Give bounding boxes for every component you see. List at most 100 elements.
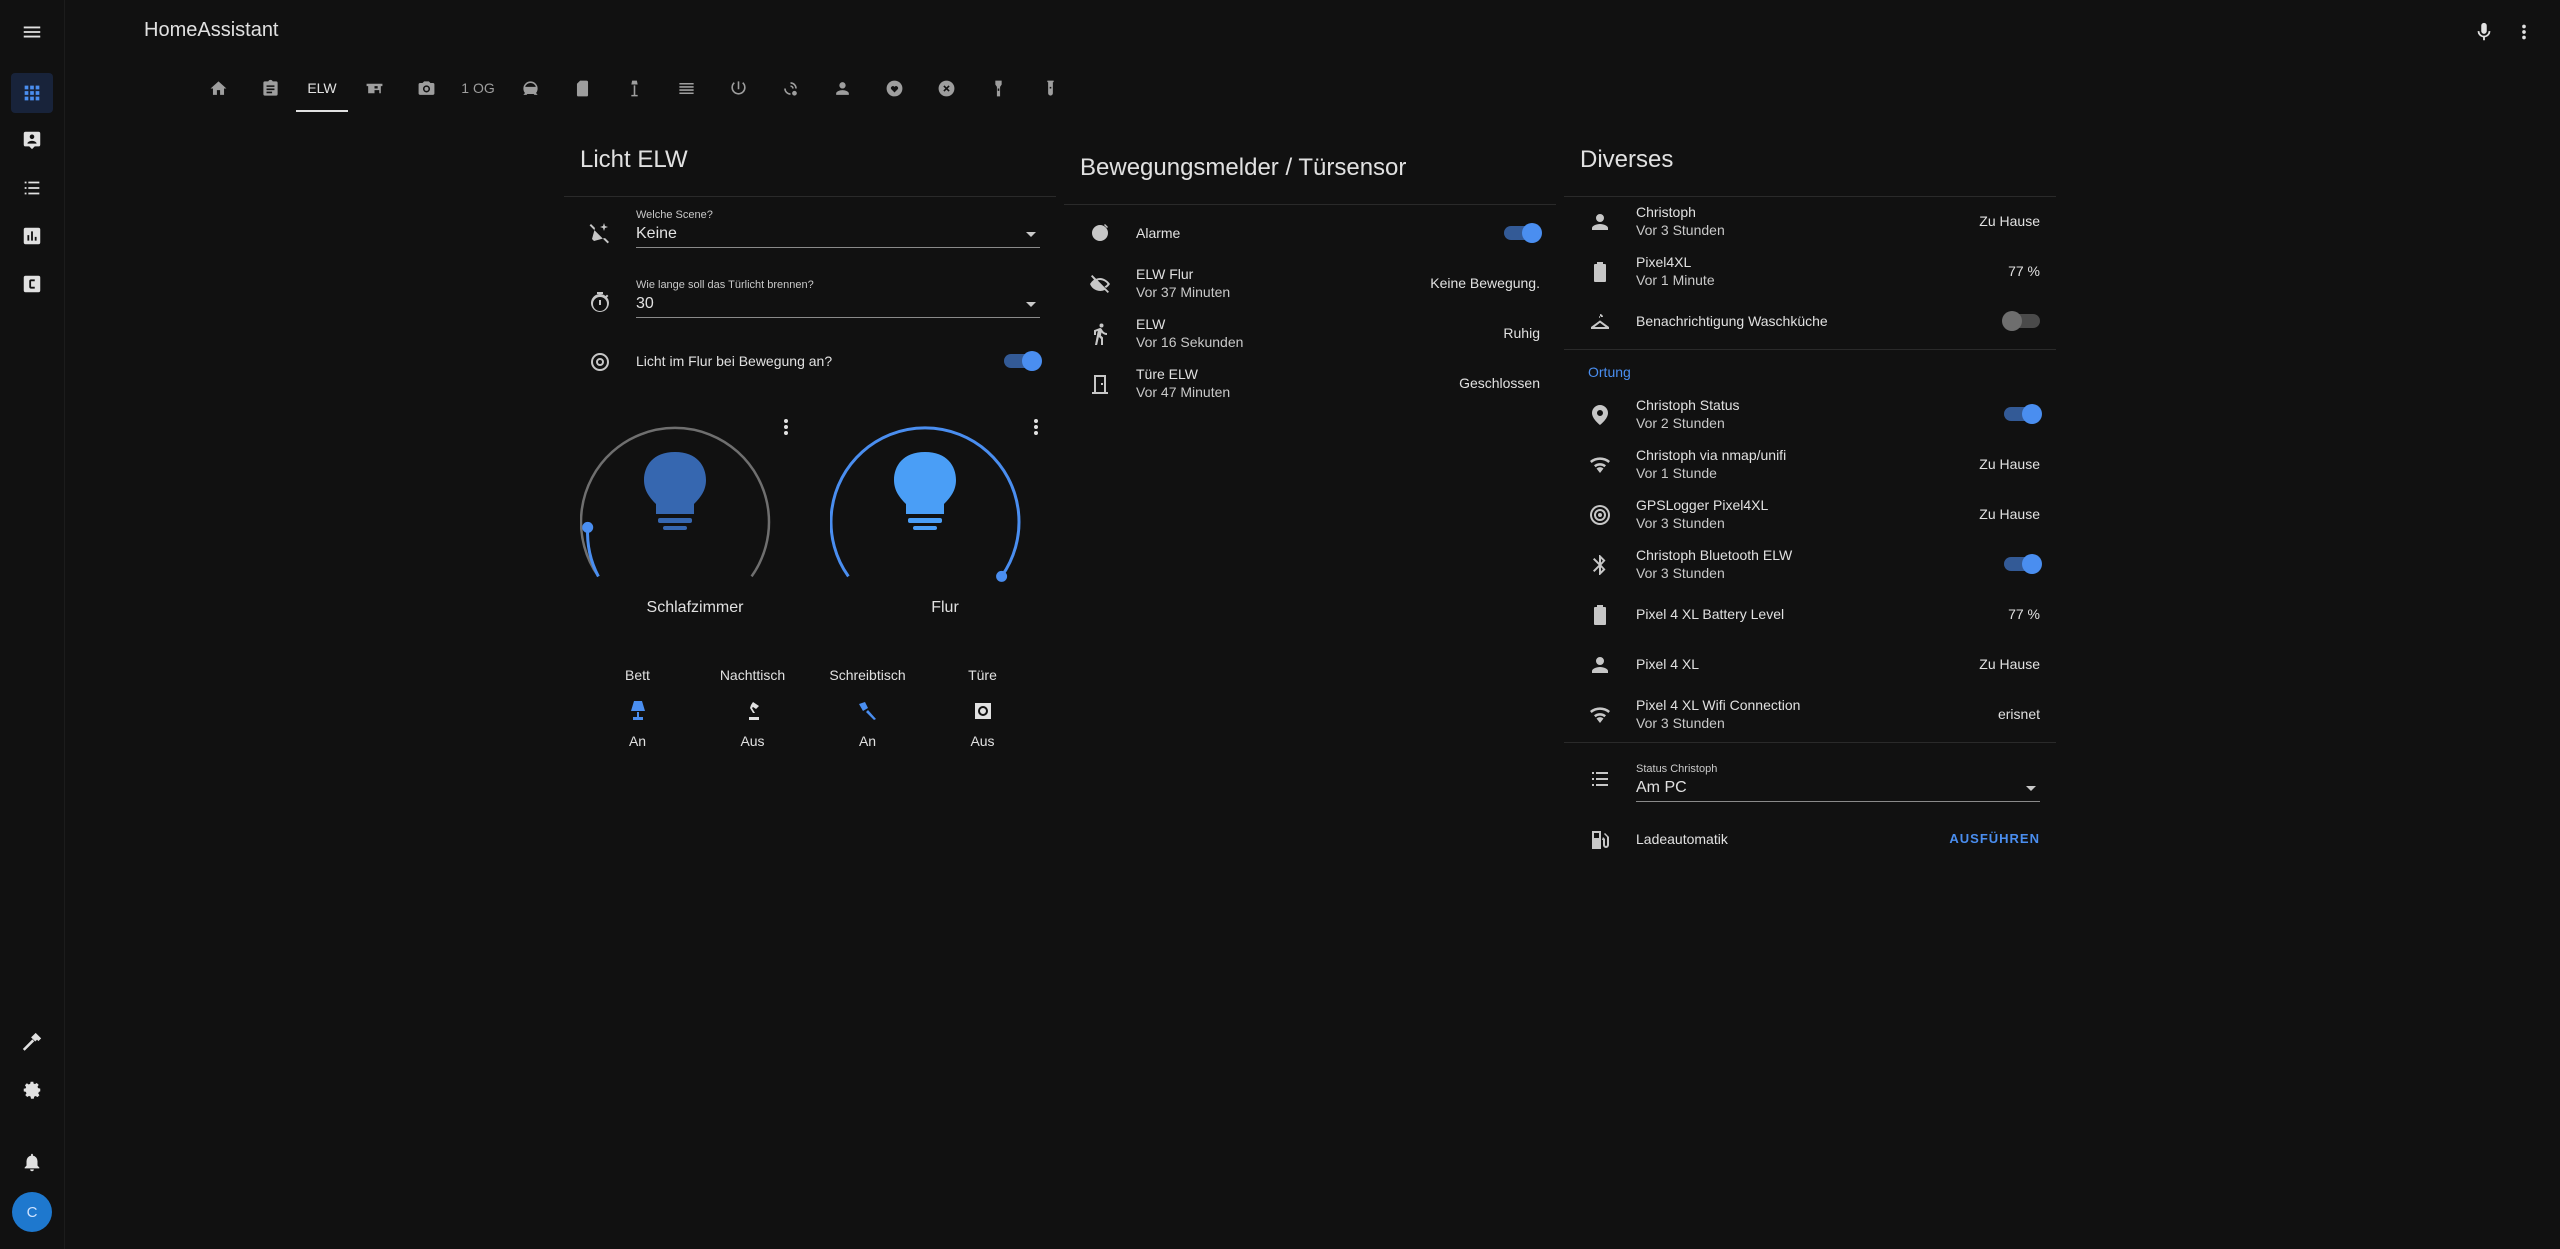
battery-icon [1588,260,1612,284]
row-elw-flur[interactable]: ELW Flur Vor 37 Minuten Keine Bewegung. [1064,259,1556,309]
format-list-bulleted-icon[interactable] [11,168,53,208]
light-name: Flur [931,599,959,616]
account-icon[interactable] [816,64,868,112]
row-battery-level[interactable]: Pixel 4 XL Battery Level 77 % [1564,590,2056,640]
light-tile-flur[interactable]: Flur [829,407,1060,647]
alpha-c-box-icon[interactable] [11,264,53,304]
duration-select[interactable]: Wie lange soll das Türlicht brennen? 30 [636,279,1040,318]
row-christoph-status[interactable]: Christoph Status Vor 2 Stunden [1564,390,2056,440]
battery-icon [1588,603,1612,627]
lightbulb-icon[interactable] [644,452,706,530]
row-christoph[interactable]: Christoph Vor 3 Stunden Zu Hause [1564,197,2056,247]
radiator-icon[interactable] [660,64,712,112]
bluetooth-icon [1588,553,1612,577]
waschkueche-toggle[interactable] [2002,311,2040,331]
row-pixel4xl[interactable]: Pixel4XL Vor 1 Minute 77 % [1564,247,2056,297]
microphone-icon[interactable] [2470,18,2498,46]
glance-item-bett[interactable]: Bett An [580,667,695,749]
menu-icon[interactable] [19,20,45,44]
chevron-down-icon [1026,232,1036,237]
timer-icon [588,291,612,315]
row-name: Benachrichtigung Waschküche [1636,313,1828,329]
christoph-status-toggle[interactable] [2004,404,2042,424]
lightbulb-icon[interactable] [894,452,956,530]
spotlight-icon [856,699,880,723]
chevron-down-icon [1026,302,1036,307]
toggle-knob [2022,554,2042,574]
account-box-icon[interactable] [11,120,53,160]
row-state: Ruhig [1503,325,1540,341]
row-name: Christoph [1636,204,1696,220]
toggle-knob [2022,404,2042,424]
dots-vertical-icon[interactable] [774,415,798,439]
crosshairs-gps-icon [1588,503,1612,527]
flashlight-icon[interactable] [972,64,1024,112]
motion-light-toggle[interactable] [1004,351,1042,371]
chart-box-icon[interactable] [11,216,53,256]
row-elw[interactable]: ELW Vor 16 Sekunden Ruhig [1064,309,1556,359]
card-diverses: Diverses Christoph Vor 3 Stunden Zu Haus… [1564,130,2056,865]
row-benachrichtigung[interactable]: Benachrichtigung Waschküche [1564,297,2056,347]
bell-icon[interactable] [11,1142,53,1182]
glance-state: An [858,733,877,749]
row-christoph-bluetooth[interactable]: Christoph Bluetooth ELW Vor 3 Stunden [1564,540,2056,590]
view-dashboard-icon[interactable] [11,73,53,113]
wall-sconce-icon [971,699,995,723]
tab-1og[interactable]: 1 OG [452,64,504,112]
row-state: 77 % [2008,606,2040,622]
row-secondary: Vor 16 Sekunden [1136,334,1244,350]
weather-cloudy-icon[interactable] [764,64,816,112]
row-name: ELW Flur [1136,266,1194,282]
robot-vacuum-icon[interactable] [504,64,556,112]
row-name: Pixel 4 XL Battery Level [1636,606,1785,622]
test-tube-icon[interactable] [1024,64,1076,112]
bell-alert-icon [1088,222,1112,246]
home-icon[interactable] [192,64,244,112]
motion-light-label: Licht im Flur bei Bewegung an? [636,353,833,369]
floor-lamp-icon[interactable] [608,64,660,112]
ausfuehren-button[interactable]: AUSFÜHREN [1949,831,2040,846]
glance-name: Schreibtisch [829,667,906,683]
light-tile-schlafzimmer[interactable]: Schlafzimmer [579,407,810,647]
tab-label: 1 OG [461,80,495,96]
dots-vertical-icon[interactable] [1024,415,1048,439]
glance-item-schreibtisch[interactable]: Schreibtisch An [810,667,925,749]
account-icon [1588,210,1612,234]
section-label-ortung: Ortung [1588,364,1631,380]
walk-icon [1088,322,1112,346]
close-circle-icon[interactable] [920,64,972,112]
row-state: Zu Hause [1979,213,2040,229]
row-state: erisnet [1997,706,2040,722]
hammer-icon[interactable] [11,1022,53,1062]
row-tuere-elw[interactable]: Türe ELW Vor 47 Minuten Geschlossen [1064,359,1556,409]
cog-icon[interactable] [11,1070,53,1110]
camera-icon[interactable] [400,64,452,112]
row-pixel4xl-person[interactable]: Pixel 4 XL Zu Hause [1564,640,2056,690]
bluetooth-toggle[interactable] [2004,554,2042,574]
row-name: Türe ELW [1136,366,1198,382]
row-secondary: Vor 3 Stunden [1636,515,1725,531]
avatar[interactable]: C [12,1192,52,1232]
status-christoph-select[interactable]: Status Christoph Am PC [1636,763,2040,802]
toggle-knob [1522,223,1542,243]
alarme-toggle[interactable] [1504,223,1542,243]
scene-select-value: Keine [636,225,677,242]
row-gpslogger[interactable]: GPSLogger Pixel4XL Vor 3 Stunden Zu Haus… [1564,490,2056,540]
row-wifi-connection[interactable]: Pixel 4 XL Wifi Connection Vor 3 Stunden… [1564,690,2056,740]
door-closed-icon [1088,372,1112,396]
desk-icon[interactable] [348,64,400,112]
glance-item-nachttisch[interactable]: Nachttisch Aus [695,667,810,749]
tab-elw[interactable]: ELW [296,64,348,112]
power-icon[interactable] [712,64,764,112]
clipboard-icon[interactable] [244,64,296,112]
row-alarme[interactable]: Alarme [1064,209,1556,259]
file-icon[interactable] [556,64,608,112]
shield-heart-icon[interactable] [868,64,920,112]
dots-vertical-icon[interactable] [2510,18,2538,46]
glance-item-tuere[interactable]: Türe Aus [925,667,1040,749]
motion-light-toggle-row: Licht im Flur bei Bewegung an? [564,337,1056,387]
card-title: Bewegungsmelder / Türsensor [1080,154,1407,181]
card-bewegungsmelder: Bewegungsmelder / Türsensor Alarme ELW F… [1064,138,1556,409]
scene-select[interactable]: Welche Scene? Keine [636,209,1040,248]
row-christoph-nmap[interactable]: Christoph via nmap/unifi Vor 1 Stunde Zu… [1564,440,2056,490]
